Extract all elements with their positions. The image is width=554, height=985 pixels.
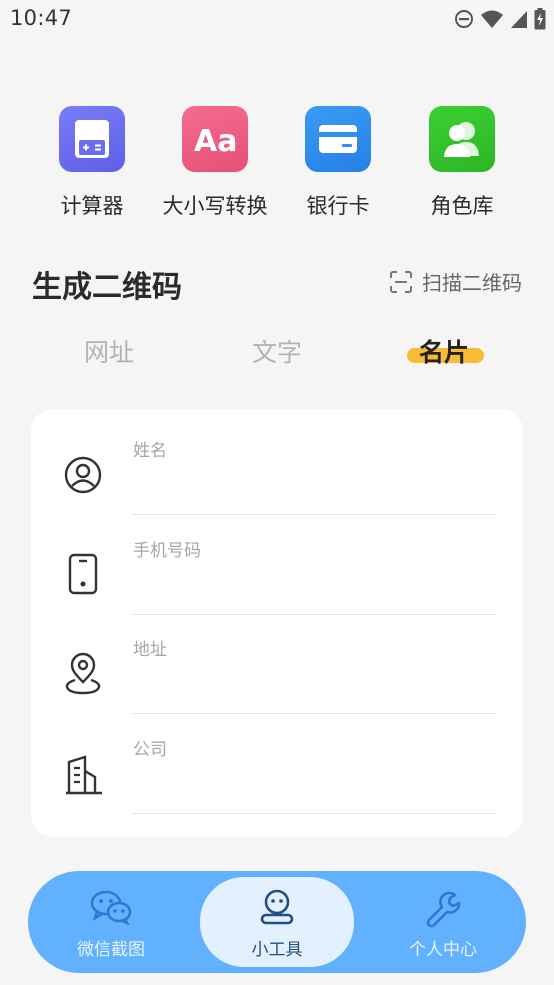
tool-label: 角色库 [430, 194, 494, 218]
divider [131, 713, 496, 714]
name-input[interactable] [131, 459, 493, 495]
divider [131, 614, 496, 615]
name-field: 姓名 [31, 425, 523, 525]
tool-label: 银行卡 [306, 194, 370, 218]
bank-card-icon [305, 106, 371, 172]
nav-tools[interactable]: 小工具 [200, 877, 354, 967]
scan-qr-label: 扫描二维码 [422, 271, 522, 295]
status-time: 10:47 [10, 6, 73, 30]
wrench-icon [426, 891, 461, 928]
status-icons [454, 6, 546, 32]
dnd-icon [455, 10, 473, 28]
business-card-form: 姓名 手机号码 地址 公司 [31, 409, 523, 837]
tab-business-card[interactable]: 名片 [419, 333, 469, 369]
tab-text[interactable]: 文字 [252, 333, 302, 369]
user-circle-icon [64, 456, 102, 494]
tool-label: 计算器 [60, 194, 124, 218]
signal-icon [511, 11, 527, 28]
address-field: 地址 [31, 624, 523, 724]
phone-input[interactable] [131, 558, 493, 594]
tool-label: 大小写转换 [162, 194, 268, 218]
people-icon [429, 106, 495, 172]
tool-calculator[interactable]: 计算器 [27, 106, 157, 220]
tab-url[interactable]: 网址 [84, 333, 134, 369]
nav-profile[interactable]: 个人中心 [366, 871, 520, 973]
calculator-icon [59, 106, 125, 172]
tool-grid: 计算器 Aa 大小写转换 银行卡 角色库 [0, 106, 554, 226]
company-input[interactable] [131, 757, 493, 793]
phone-field: 手机号码 [31, 524, 523, 624]
divider [131, 813, 496, 814]
phone-icon [68, 553, 98, 595]
nav-wechat-screenshot[interactable]: 微信截图 [34, 871, 188, 973]
company-field: 公司 [31, 723, 523, 823]
status-bar: 10:47 [0, 0, 554, 38]
robot-icon [260, 889, 294, 925]
bottom-nav: 微信截图 小工具 个人中心 [28, 871, 526, 973]
section-title: 生成二维码 [32, 270, 182, 305]
nav-label: 微信截图 [77, 940, 145, 960]
address-label: 地址 [133, 640, 167, 660]
nav-label: 小工具 [251, 940, 303, 960]
wifi-icon [481, 10, 503, 28]
tool-case-convert[interactable]: Aa 大小写转换 [150, 106, 280, 220]
wechat-icon [90, 890, 132, 925]
name-label: 姓名 [133, 441, 167, 461]
svg-text:Aa: Aa [194, 124, 237, 156]
battery-charging-icon [534, 8, 546, 30]
tool-bank-card[interactable]: 银行卡 [273, 106, 403, 220]
divider [131, 514, 496, 515]
location-icon [65, 652, 101, 695]
building-icon [66, 755, 102, 795]
nav-label: 个人中心 [409, 940, 477, 960]
tool-role-library[interactable]: 角色库 [397, 106, 527, 220]
font-case-icon: Aa [182, 106, 248, 172]
scan-qr-button[interactable]: 扫描二维码 [390, 267, 522, 296]
scan-icon [390, 270, 412, 293]
address-input[interactable] [131, 658, 493, 694]
